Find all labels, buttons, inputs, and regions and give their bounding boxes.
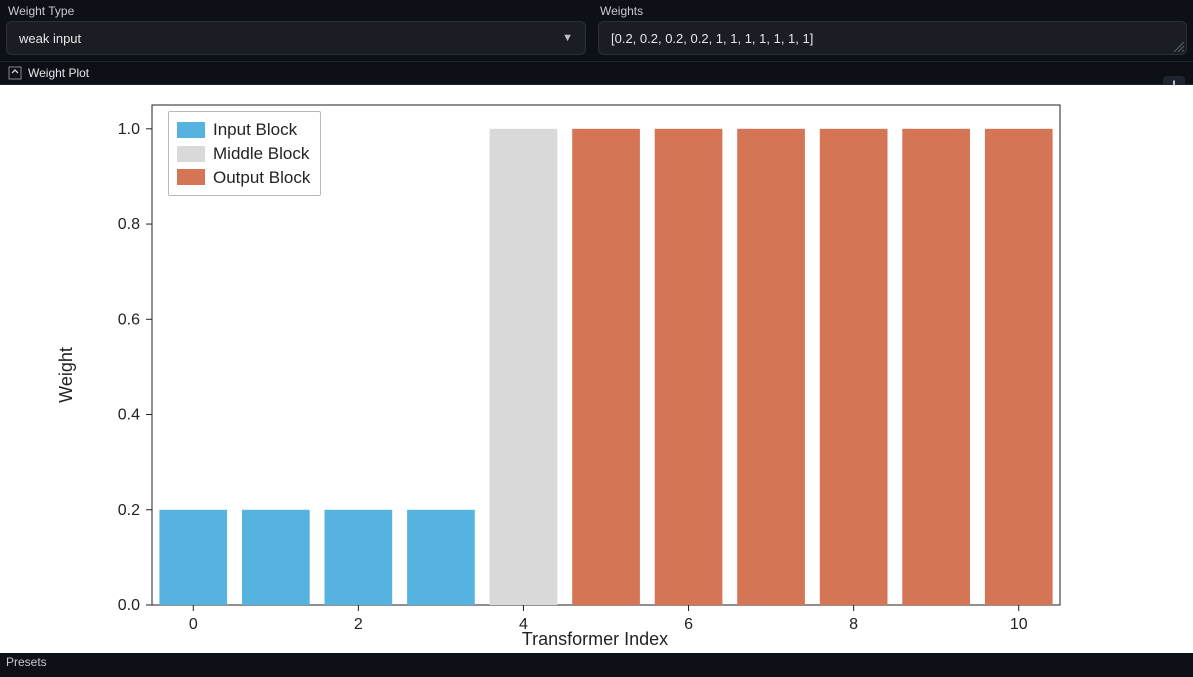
- y-tick-0.6: 0.6: [118, 311, 140, 328]
- panel-title-wrap[interactable]: Weight Plot: [8, 66, 89, 80]
- weights-input[interactable]: [0.2, 0.2, 0.2, 0.2, 1, 1, 1, 1, 1, 1, 1…: [598, 21, 1187, 55]
- resize-handle-icon: [1174, 42, 1184, 52]
- bars-group: [159, 129, 1052, 605]
- legend-label-middle: Middle Block: [213, 142, 309, 166]
- bar-5: [572, 129, 640, 605]
- y-tick-0: 0.0: [118, 597, 140, 614]
- y-tick-0.2: 0.2: [118, 502, 140, 519]
- x-tick-4: 4: [519, 616, 528, 633]
- y-tick-0.8: 0.8: [118, 216, 140, 233]
- weight-type-label: Weight Type: [6, 4, 586, 18]
- legend-label-input: Input Block: [213, 118, 297, 142]
- controls-row: Weight Type weak input ▼ Weights [0.2, 0…: [0, 0, 1193, 61]
- presets-label[interactable]: Presets: [0, 653, 1193, 671]
- y-tick-0.4: 0.4: [118, 407, 140, 424]
- bar-7: [737, 129, 805, 605]
- x-tick-8: 8: [849, 616, 858, 633]
- y-tick-1: 1.0: [118, 121, 140, 138]
- legend-swatch-middle: [177, 146, 205, 162]
- weight-type-group: Weight Type weak input ▼: [6, 4, 586, 55]
- bar-0: [159, 510, 227, 605]
- legend: Input Block Middle Block Output Block: [168, 111, 321, 196]
- weights-value: [0.2, 0.2, 0.2, 0.2, 1, 1, 1, 1, 1, 1, 1…: [611, 31, 813, 46]
- chevron-down-icon: ▼: [562, 32, 573, 44]
- legend-item-output: Output Block: [177, 166, 310, 190]
- legend-swatch-output: [177, 169, 205, 185]
- bar-9: [902, 129, 970, 605]
- x-tick-6: 6: [684, 616, 693, 633]
- legend-swatch-input: [177, 122, 205, 138]
- legend-label-output: Output Block: [213, 166, 310, 190]
- legend-item-middle: Middle Block: [177, 142, 310, 166]
- bar-10: [985, 129, 1053, 605]
- bar-3: [407, 510, 475, 605]
- panel-title: Weight Plot: [28, 66, 89, 80]
- x-tick-0: 0: [189, 616, 198, 633]
- weights-group: Weights [0.2, 0.2, 0.2, 0.2, 1, 1, 1, 1,…: [598, 4, 1187, 55]
- x-tick-10: 10: [1010, 616, 1028, 633]
- weight-type-select[interactable]: weak input ▼: [6, 21, 586, 55]
- panel-header: Weight Plot: [0, 61, 1193, 85]
- bar-4: [490, 129, 558, 605]
- collapse-icon: [8, 66, 22, 80]
- x-axis-label: Transformer Index: [522, 629, 668, 649]
- weight-type-value: weak input: [19, 31, 81, 46]
- weights-label: Weights: [598, 4, 1187, 18]
- x-tick-2: 2: [354, 616, 363, 633]
- bar-6: [655, 129, 723, 605]
- legend-item-input: Input Block: [177, 118, 310, 142]
- bar-2: [325, 510, 393, 605]
- y-ticks: 0.0 0.2 0.4 0.6 0.8 1.0: [118, 121, 152, 614]
- weight-plot: Transformer Index Weight 0246810 0.00.20…: [0, 85, 1193, 653]
- bar-1: [242, 510, 310, 605]
- y-axis-label: Weight: [56, 347, 76, 403]
- bar-8: [820, 129, 888, 605]
